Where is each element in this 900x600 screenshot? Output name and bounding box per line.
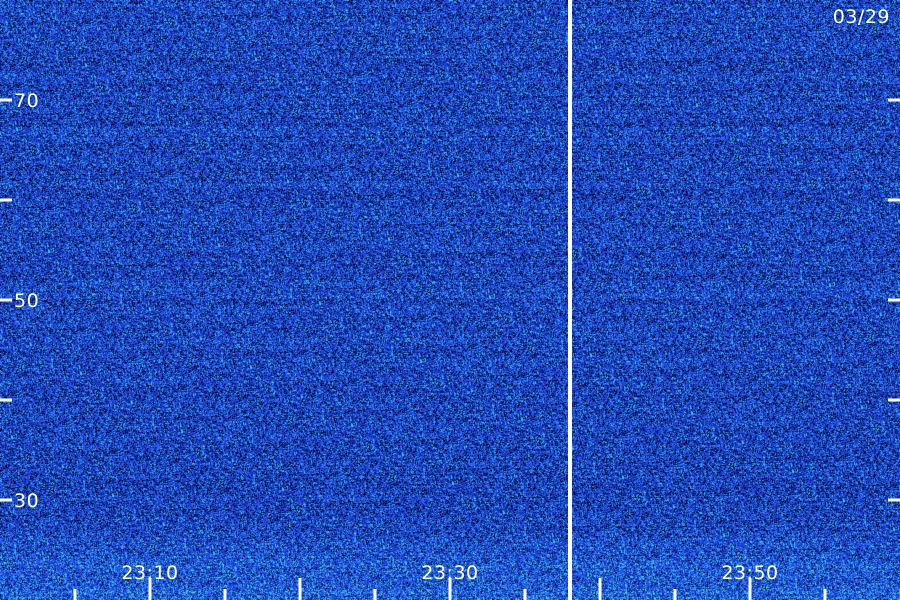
y-axis-ticks bbox=[0, 98, 900, 502]
y-tick-label: 30 bbox=[14, 490, 39, 512]
x-tick-label: 23:10 bbox=[121, 562, 178, 584]
date-label: 03/29 bbox=[833, 6, 890, 28]
x-tick-label: 23:30 bbox=[421, 562, 478, 584]
spectrogram-axes: 70 50 30 23:10 23:30 23:50 03/29 bbox=[0, 0, 900, 600]
y-tick-label: 70 bbox=[14, 90, 39, 112]
y-axis-tick-labels: 70 50 30 bbox=[14, 90, 39, 512]
x-tick-label: 23:50 bbox=[721, 562, 778, 584]
x-axis-tick-labels: 23:10 23:30 23:50 bbox=[121, 562, 778, 584]
y-tick-label: 50 bbox=[14, 290, 39, 312]
